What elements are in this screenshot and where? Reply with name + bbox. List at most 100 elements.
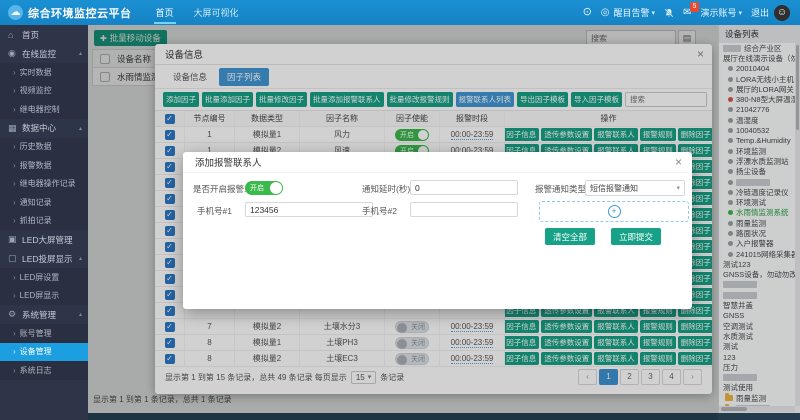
- top-navbar: 综合环境监控云平台 首页大屏可视化 醒目告警 ▾ 5 演示账号 ▾ 退出: [0, 0, 800, 25]
- chevron-right-icon: ›: [13, 329, 16, 338]
- phone2-input[interactable]: [410, 202, 518, 217]
- sidebar-item[interactable]: › 视频监控: [0, 82, 88, 101]
- led-icon: ▣: [8, 234, 19, 245]
- sidebar-item-label: LED屏显示: [20, 290, 60, 301]
- sidebar-item-label: 账号管理: [20, 328, 52, 339]
- sidebar-item-label: LED投屏显示: [22, 253, 73, 265]
- sidebar-item[interactable]: ⚙系统管理 ▴: [0, 305, 88, 324]
- avatar[interactable]: [774, 5, 790, 21]
- status-ring-icon: [601, 7, 612, 18]
- sidebar-item[interactable]: › 历史数据: [0, 138, 88, 157]
- sidebar-item[interactable]: ›设备管理: [0, 343, 88, 362]
- close-icon[interactable]: ×: [675, 156, 682, 168]
- sidebar-item[interactable]: › 继电器控制: [0, 100, 88, 119]
- phone2-label: 手机号#2: [362, 205, 397, 217]
- alarm-status-button[interactable]: 醒目告警 ▾: [601, 6, 655, 19]
- notify-delay-input[interactable]: [410, 180, 518, 195]
- sidebar-item-label: 抓拍记录: [20, 215, 52, 226]
- chevron-up-icon: ▴: [79, 311, 82, 318]
- alarm-type-select[interactable]: 短信报警通知 ▾: [585, 180, 685, 196]
- logout-button[interactable]: 退出: [751, 6, 769, 19]
- alarm-type-label: 报警通知类型:: [535, 183, 588, 195]
- sidebar-item[interactable]: ▣LED大屏管理: [0, 230, 88, 249]
- chevron-right-icon: ›: [13, 142, 16, 151]
- sidebar-item-label: LED屏设置: [20, 272, 60, 283]
- sidebar-item[interactable]: ◉在线监控 ▴: [0, 44, 88, 63]
- toggle-knob: [270, 182, 282, 194]
- sidebar-item[interactable]: ⌂首页: [0, 25, 88, 44]
- sidebar-item[interactable]: › 报警数据: [0, 156, 88, 175]
- sidebar-item-label: 数据中心: [22, 122, 56, 134]
- enable-alarm-toggle[interactable]: 开启: [245, 181, 283, 195]
- chevron-right-icon: ›: [13, 291, 16, 300]
- chevron-right-icon: ›: [13, 161, 16, 170]
- sidebar-item-label: 报警数据: [20, 160, 52, 171]
- sidebar-item[interactable]: › 继电器操作记录: [0, 175, 88, 194]
- sidebar-item-label: 视频监控: [20, 85, 52, 96]
- sidebar-item-label: LED大屏管理: [22, 234, 73, 246]
- sidebar-item[interactable]: ▢LED投屏显示 ▴: [0, 249, 88, 268]
- app-brand: 综合环境监控云平台: [0, 5, 132, 21]
- chevron-right-icon: ›: [13, 273, 16, 282]
- nav-menu-item[interactable]: 大屏可视化: [184, 0, 249, 25]
- sidebar-item[interactable]: ›系统日志: [0, 361, 88, 380]
- add-phone-button[interactable]: [539, 201, 689, 222]
- alarm-type-value: 短信报警通知: [590, 183, 638, 194]
- bell-muted-icon[interactable]: [664, 8, 674, 18]
- nav-menu-item[interactable]: 首页: [146, 0, 184, 25]
- sidebar-item-label: 首页: [22, 29, 39, 41]
- chevron-right-icon: ›: [13, 68, 16, 77]
- sidebar-item[interactable]: ▦数据中心 ▴: [0, 119, 88, 138]
- notification-badge: 5: [690, 2, 700, 12]
- account-label: 演示账号: [700, 6, 736, 19]
- phone1-label: 手机号#1: [197, 205, 232, 217]
- chevron-right-icon: ›: [13, 86, 16, 95]
- chevron-right-icon: ›: [13, 216, 16, 225]
- chevron-up-icon: ▴: [79, 125, 82, 132]
- chevron-up-icon: ▴: [79, 255, 82, 262]
- gear-icon: ⚙: [8, 309, 19, 320]
- left-sidebar: ⌂首页◉在线监控▴›实时数据›视频监控›继电器控制▦数据中心▴›历史数据›报警数…: [0, 25, 88, 420]
- sidebar-item-label: 继电器控制: [20, 104, 60, 115]
- chevron-down-icon: ▾: [738, 9, 742, 17]
- modal-header: 添加报警联系人 ×: [183, 152, 692, 173]
- sidebar-item-label: 实时数据: [20, 67, 52, 78]
- home-icon: ⌂: [8, 30, 19, 40]
- sidebar-item-label: 在线监控: [22, 48, 56, 60]
- top-menu: 首页大屏可视化: [146, 0, 249, 25]
- alarm-status-label: 醒目告警: [614, 6, 650, 19]
- sidebar-item[interactable]: ›通知记录: [0, 193, 88, 212]
- cast-icon: ▢: [8, 253, 19, 264]
- sidebar-item[interactable]: › 实时数据: [0, 63, 88, 82]
- messages-button[interactable]: 5: [683, 7, 691, 18]
- sidebar-item-label: 系统日志: [20, 365, 52, 376]
- sidebar-item[interactable]: › 抓拍记录: [0, 212, 88, 231]
- sidebar-item[interactable]: › LED屏显示: [0, 287, 88, 306]
- sidebar-item[interactable]: › 账号管理: [0, 324, 88, 343]
- monitor-icon: ◉: [8, 48, 19, 59]
- chevron-right-icon: ›: [13, 105, 16, 114]
- account-menu[interactable]: 演示账号 ▾: [700, 6, 742, 19]
- globe-icon[interactable]: [583, 7, 592, 18]
- sidebar-item-label: 系统管理: [22, 309, 56, 321]
- sidebar-item-label: 通知记录: [20, 197, 52, 208]
- phone1-input[interactable]: [245, 202, 373, 217]
- database-icon: ▦: [8, 123, 19, 134]
- app-title: 综合环境监控云平台: [28, 5, 132, 21]
- add-alarm-contact-modal: 添加报警联系人 × 是否开启报警: 开启 通知延时(秒): 报警通知类型: 短信…: [183, 152, 692, 309]
- chevron-up-icon: ▴: [79, 50, 82, 57]
- chevron-right-icon: ›: [13, 347, 16, 356]
- clear-all-button[interactable]: 清空全部: [545, 228, 595, 245]
- chevron-down-icon: ▾: [652, 9, 656, 17]
- submit-button[interactable]: 立即提交: [611, 228, 661, 245]
- enable-alarm-label: 是否开启报警:: [193, 183, 246, 195]
- sidebar-item-label: 历史数据: [20, 141, 52, 152]
- plus-icon: [608, 205, 621, 218]
- chevron-right-icon: ›: [13, 179, 16, 188]
- modal-title: 添加报警联系人: [195, 155, 262, 169]
- sidebar-item[interactable]: › LED屏设置: [0, 268, 88, 287]
- navbar-right: 醒目告警 ▾ 5 演示账号 ▾ 退出: [583, 5, 800, 21]
- chevron-down-icon: ▾: [676, 184, 680, 192]
- sidebar-item-label: 继电器操作记录: [20, 178, 76, 189]
- notify-delay-label: 通知延时(秒):: [362, 183, 413, 195]
